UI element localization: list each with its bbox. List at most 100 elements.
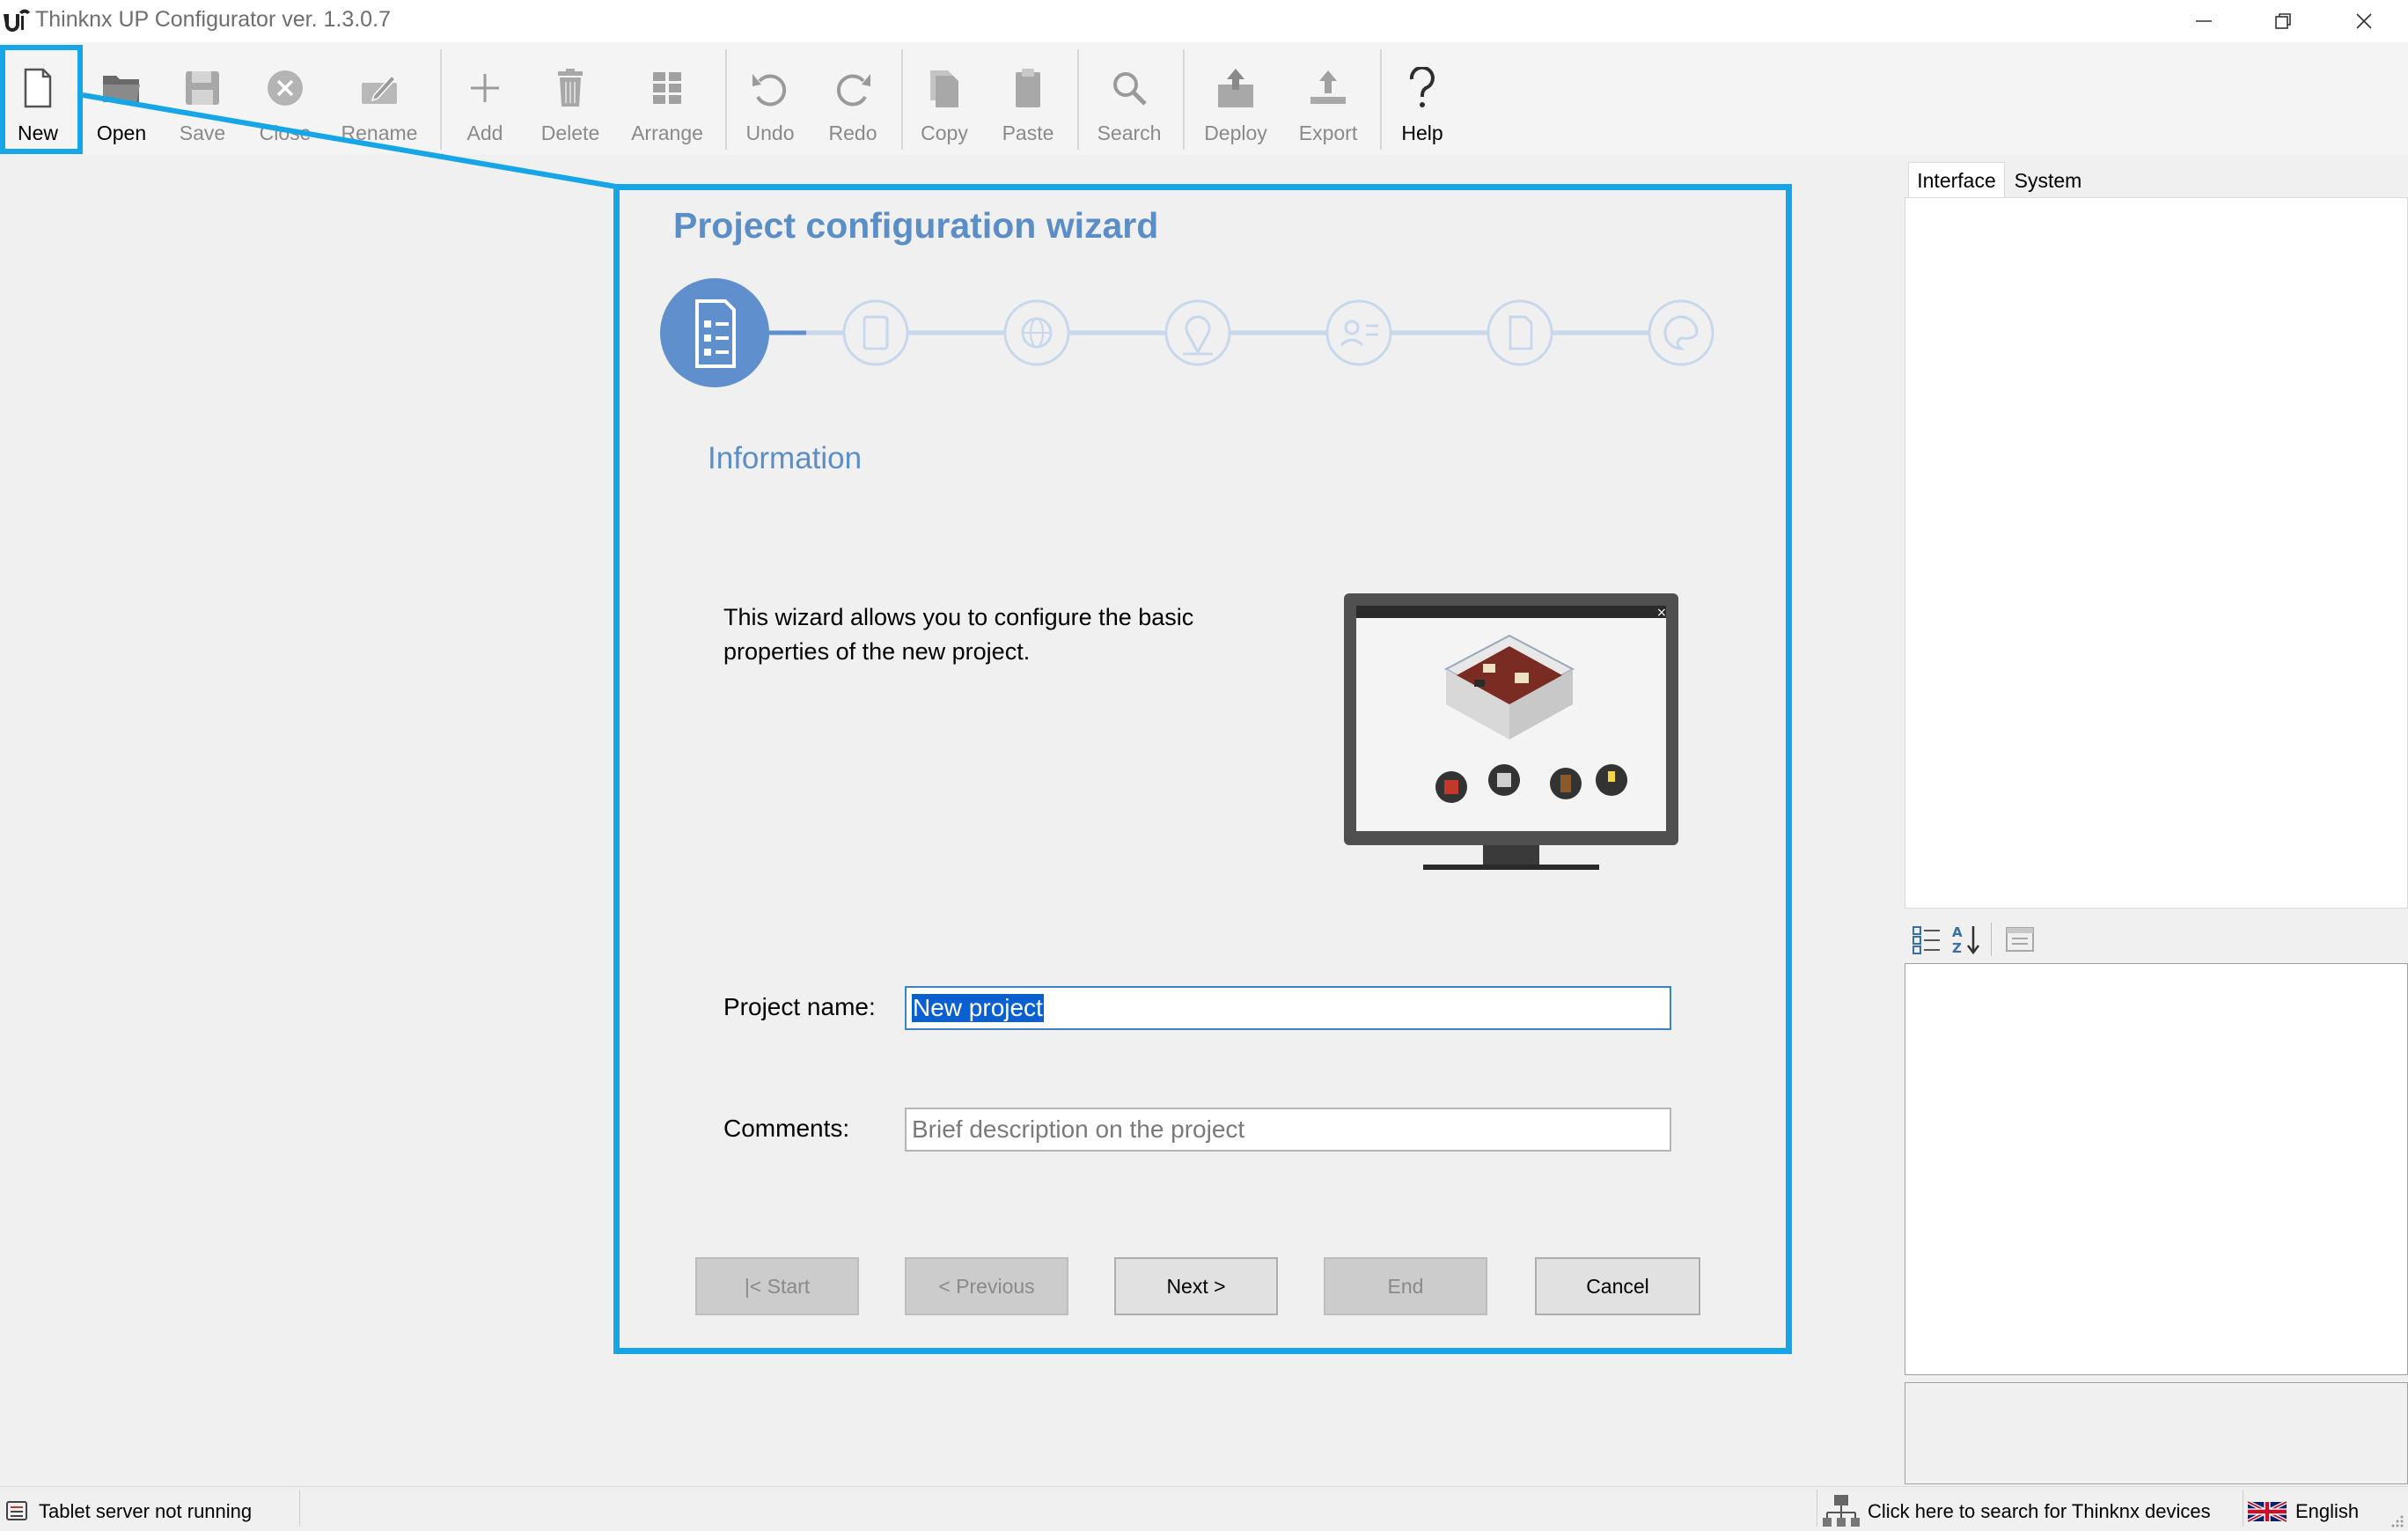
- copy-icon: [918, 62, 971, 114]
- rename-label: Rename: [341, 121, 418, 144]
- search-devices-link[interactable]: Click here to search for Thinknx devices: [1868, 1500, 2211, 1523]
- undo-button[interactable]: Undo: [739, 55, 801, 148]
- restore-button[interactable]: [2243, 0, 2324, 42]
- project-name-label: Project name:: [723, 993, 876, 1020]
- server-status-text: Tablet server not running: [39, 1500, 253, 1522]
- step-globe-icon: [1003, 299, 1070, 366]
- window-title: Thinknx UP Configurator ver. 1.3.0.7: [35, 7, 391, 32]
- previous-button[interactable]: < Previous: [905, 1257, 1068, 1315]
- end-button[interactable]: End: [1324, 1257, 1487, 1315]
- comments-input[interactable]: Brief description on the project: [905, 1108, 1671, 1152]
- comments-label: Comments:: [723, 1115, 850, 1142]
- export-button[interactable]: Export: [1292, 55, 1364, 148]
- copy-label: Copy: [921, 121, 968, 144]
- step-document-icon: [1487, 299, 1553, 366]
- server-status-icon: [6, 1501, 27, 1520]
- sort-alphabetical-icon[interactable]: A Z: [1950, 923, 1982, 956]
- redo-label: Redo: [828, 121, 877, 144]
- minimize-icon: [2196, 20, 2212, 22]
- step-palette-icon: [1648, 299, 1714, 366]
- close-window-button[interactable]: [2324, 0, 2404, 42]
- paste-icon: [1002, 62, 1054, 114]
- help-label: Help: [1401, 121, 1443, 144]
- redo-button[interactable]: Redo: [822, 55, 884, 148]
- toolbar-separator: [1183, 49, 1185, 150]
- step-device-icon: [842, 299, 909, 366]
- toolbar-separator: [440, 49, 442, 150]
- arrange-button[interactable]: Arrange: [627, 55, 708, 148]
- delete-label: Delete: [540, 121, 600, 144]
- paste-label: Paste: [1002, 121, 1054, 144]
- open-label: Open: [96, 121, 147, 144]
- copy-button[interactable]: Copy: [915, 55, 973, 148]
- property-description: [1905, 1382, 2408, 1484]
- undo-icon: [744, 62, 797, 114]
- rename-icon: [353, 62, 406, 114]
- next-button[interactable]: Next >: [1114, 1257, 1278, 1315]
- export-label: Export: [1298, 121, 1358, 144]
- uk-flag-icon[interactable]: [2248, 1500, 2287, 1523]
- plus-icon: [459, 62, 511, 114]
- svg-text:A: A: [1952, 924, 1963, 940]
- deploy-label: Deploy: [1204, 121, 1267, 144]
- step-location-icon: [1164, 299, 1231, 366]
- folder-icon: [95, 62, 148, 114]
- rename-button[interactable]: Rename: [338, 55, 421, 148]
- categorized-view-icon[interactable]: [1912, 924, 1943, 954]
- help-button[interactable]: Help: [1394, 55, 1450, 148]
- new-button-highlight: [0, 45, 83, 154]
- status-separator: [299, 1490, 300, 1527]
- deploy-icon: [1209, 62, 1262, 114]
- toolbar-separator: [1380, 49, 1382, 150]
- trash-icon: [544, 62, 597, 114]
- project-name-input[interactable]: New project: [905, 986, 1671, 1030]
- toolbar-separator: [901, 49, 903, 150]
- minimize-button[interactable]: [2163, 0, 2244, 42]
- step-title: Information: [708, 441, 863, 475]
- toolbar-separator: [725, 49, 727, 150]
- arrange-label: Arrange: [631, 121, 703, 144]
- wizard-intro-text: This wizard allows you to configure the …: [723, 604, 1194, 665]
- save-icon: [176, 62, 229, 114]
- resize-grip-icon[interactable]: [2389, 1513, 2404, 1528]
- step-user-icon: [1325, 299, 1392, 366]
- delete-button[interactable]: Delete: [535, 55, 606, 148]
- svg-text:×: ×: [1656, 606, 1667, 620]
- close-project-button[interactable]: Close: [253, 55, 317, 148]
- search-icon: [1103, 62, 1156, 114]
- toolbar-separator: [1077, 49, 1079, 150]
- app-logo-icon: [4, 9, 30, 32]
- property-pages-icon[interactable]: [2005, 926, 2035, 953]
- save-button[interactable]: Save: [173, 55, 232, 148]
- search-button[interactable]: Search: [1093, 55, 1165, 148]
- close-label: Close: [259, 121, 312, 144]
- wizard-stepper: [660, 278, 1714, 387]
- restore-icon: [2275, 13, 2291, 29]
- export-icon: [1302, 62, 1354, 114]
- property-toolbar-separator: [1991, 923, 1992, 956]
- tab-system[interactable]: System: [2007, 162, 2089, 199]
- monitor-house-illustration: ×: [1344, 593, 1678, 870]
- start-button[interactable]: |< Start: [695, 1257, 859, 1315]
- undo-label: Undo: [745, 121, 795, 144]
- search-label: Search: [1097, 121, 1162, 144]
- open-button[interactable]: Open: [90, 55, 153, 148]
- tab-interface[interactable]: Interface: [1908, 162, 2005, 199]
- redo-icon: [826, 62, 879, 114]
- cancel-button[interactable]: Cancel: [1535, 1257, 1700, 1315]
- language-selector[interactable]: English: [2295, 1500, 2359, 1523]
- add-button[interactable]: Add: [456, 55, 514, 148]
- save-label: Save: [179, 121, 226, 144]
- project-name-value: New project: [912, 994, 1044, 1022]
- add-label: Add: [466, 121, 503, 144]
- property-grid[interactable]: [1905, 963, 2408, 1375]
- network-devices-icon[interactable]: [1822, 1493, 1861, 1528]
- deploy-button[interactable]: Deploy: [1197, 55, 1274, 148]
- paste-button[interactable]: Paste: [995, 55, 1061, 148]
- interface-tree[interactable]: [1905, 197, 2408, 909]
- wizard-title: Project configuration wizard: [673, 205, 1159, 246]
- step-information-icon: [660, 278, 769, 387]
- close-icon: [2356, 13, 2372, 29]
- arrange-icon: [641, 62, 694, 114]
- svg-text:Z: Z: [1952, 940, 1962, 956]
